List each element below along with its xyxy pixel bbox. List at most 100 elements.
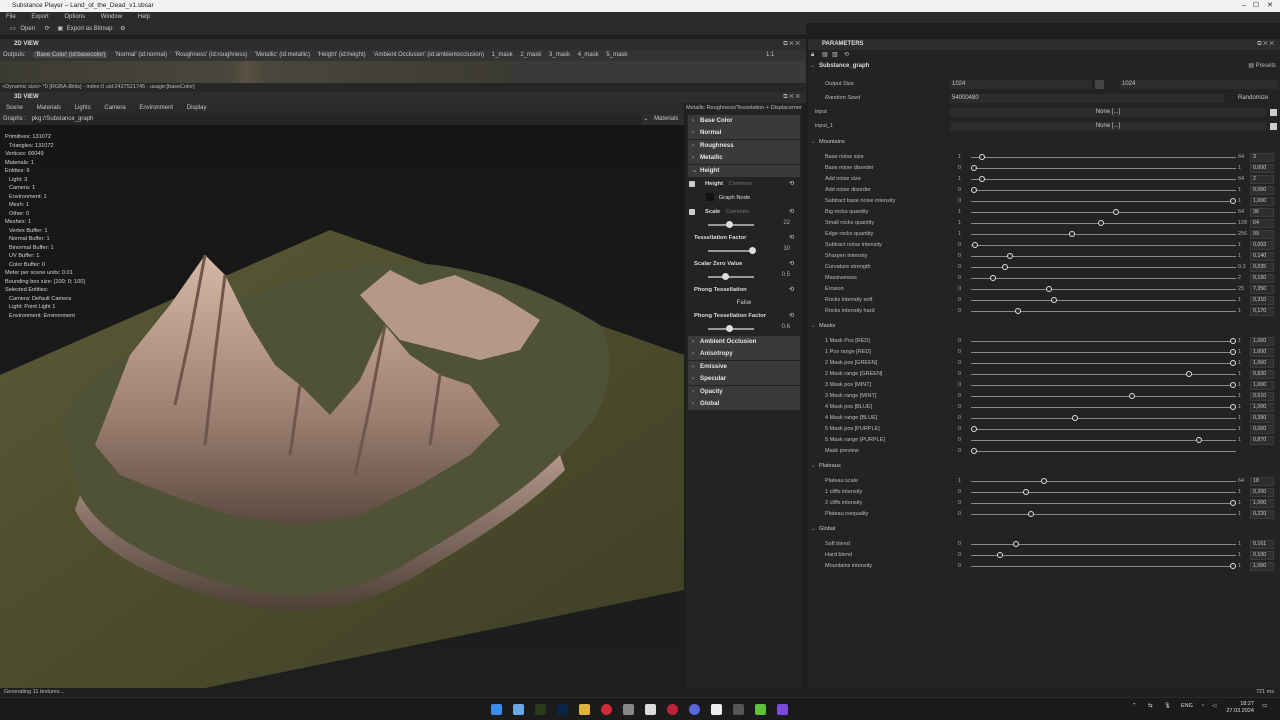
param-value-input[interactable]: 0,161 <box>1250 540 1274 549</box>
param-slider-knob[interactable] <box>971 187 977 193</box>
channel-roughness[interactable]: Roughness <box>688 139 800 152</box>
height-checkbox[interactable] <box>689 181 695 187</box>
param-slider-knob[interactable] <box>1129 393 1135 399</box>
param-slider-knob[interactable] <box>997 552 1003 558</box>
param-slider-track[interactable] <box>971 311 1236 313</box>
param-slider-track[interactable] <box>971 234 1236 236</box>
language-indicator[interactable]: ENG <box>1181 703 1193 709</box>
param-slider-track[interactable] <box>971 514 1236 516</box>
chevron-down-icon[interactable]: ⌄ <box>643 116 648 122</box>
param-group-header[interactable]: Mountains <box>808 137 1280 148</box>
close-icon[interactable]: ✕ <box>1258 0 1280 12</box>
paste-icon[interactable]: ▥ <box>832 50 838 61</box>
param-slider-track[interactable] <box>971 418 1236 420</box>
param-value-input[interactable]: 0,000 <box>1250 164 1274 173</box>
output-tab[interactable]: 'Base Color' (id:basecolor) <box>33 52 108 58</box>
image-icon[interactable] <box>1270 109 1277 116</box>
clock[interactable]: 18:27 27.03.2024 <box>1224 701 1254 715</box>
graph-node-row[interactable]: Graph Node <box>686 191 802 205</box>
param-slider-knob[interactable] <box>1113 209 1119 215</box>
param-value-input[interactable]: 99 <box>1250 230 1274 239</box>
param-slider-knob[interactable] <box>1230 349 1236 355</box>
param-slider-knob[interactable] <box>1072 415 1078 421</box>
notification-icon[interactable]: ▭ <box>1262 703 1267 709</box>
scalar-slider[interactable]: 0.5 <box>686 271 802 283</box>
param-slider-knob[interactable] <box>1230 360 1236 366</box>
param-value-input[interactable]: 1,000 <box>1250 359 1274 368</box>
param-slider-knob[interactable] <box>1069 231 1075 237</box>
output-tab[interactable]: 1_mask <box>492 52 513 58</box>
param-value-input[interactable]: 0,100 <box>1250 551 1274 560</box>
param-value-input[interactable]: 64 <box>1250 219 1274 228</box>
param-slider-track[interactable] <box>971 179 1236 181</box>
output-tab[interactable]: 'Roughness' (id:roughness) <box>175 52 248 58</box>
tray-icon[interactable]: ⇆ <box>1148 703 1153 709</box>
output-tab[interactable]: 'Normal' (id:normal) <box>115 52 167 58</box>
open-button[interactable]: Open <box>20 26 35 32</box>
param-slider-knob[interactable] <box>1007 253 1013 259</box>
param-slider-track[interactable] <box>971 212 1236 214</box>
reset-icon[interactable]: ⟲ <box>789 309 794 323</box>
reset-icon[interactable]: ⟲ <box>789 231 794 245</box>
param-slider-knob[interactable] <box>1013 541 1019 547</box>
param-slider-track[interactable] <box>971 555 1236 557</box>
app-icon[interactable] <box>777 704 788 715</box>
chevron-down-icon[interactable]: ⌄ <box>810 61 815 72</box>
param-slider-knob[interactable] <box>979 154 985 160</box>
copy-icon[interactable]: ▤ <box>822 50 828 61</box>
input-value[interactable]: None [...] <box>950 108 1266 117</box>
param-slider-knob[interactable] <box>1196 437 1202 443</box>
app-icon[interactable] <box>755 704 766 715</box>
param-value-input[interactable]: 0,000 <box>1250 425 1274 434</box>
channel-specular[interactable]: Specular <box>688 373 800 385</box>
phong-factor-slider[interactable]: 0.6 <box>686 323 802 335</box>
param-slider-track[interactable] <box>971 363 1236 365</box>
output-tab[interactable]: 3_mask <box>549 52 570 58</box>
view3d-menu-materials[interactable]: Materials <box>37 105 61 111</box>
presets-button[interactable]: ▤ Presets <box>1248 61 1276 72</box>
param-slider-knob[interactable] <box>1230 500 1236 506</box>
image-icon[interactable] <box>1270 123 1277 130</box>
param-slider-knob[interactable] <box>972 242 978 248</box>
export-bitmap-button[interactable]: Export as Bitmap <box>67 26 113 32</box>
param-slider-track[interactable] <box>971 544 1236 546</box>
param-slider-knob[interactable] <box>1015 308 1021 314</box>
param-value-input[interactable]: 0,200 <box>1250 488 1274 497</box>
output-tab[interactable]: 5_mask <box>606 52 627 58</box>
param-slider-knob[interactable] <box>971 448 977 454</box>
param-value-input[interactable]: 0,003 <box>1250 241 1274 250</box>
lock-icon[interactable]: 🔒︎ <box>811 50 814 61</box>
channel-height[interactable]: Height <box>688 164 800 177</box>
param-slider-knob[interactable] <box>1041 478 1047 484</box>
param-slider-track[interactable] <box>971 407 1236 409</box>
graph-select[interactable]: pkg://Substance_graph <box>31 114 642 125</box>
app-icon[interactable] <box>601 704 612 715</box>
link-icon[interactable] <box>1095 80 1104 89</box>
export-icon[interactable]: ▣ <box>57 26 63 32</box>
output-tab[interactable]: 'Metallic' (id:metallic) <box>255 52 310 58</box>
output-tab[interactable]: 'Height' (id:height) <box>318 52 366 58</box>
param-slider-track[interactable] <box>971 481 1236 483</box>
microphone-icon[interactable]: 🎙︎ <box>1164 703 1171 709</box>
param-slider-track[interactable] <box>971 278 1236 280</box>
param-value-input[interactable]: 0,390 <box>1250 414 1274 423</box>
channel-global[interactable]: Global <box>688 398 800 410</box>
viewport-3d[interactable]: Primitives: 131072 Triangles: 131072 Ver… <box>0 125 684 688</box>
menu-window[interactable]: Window <box>101 14 122 20</box>
materials-button[interactable]: Materials <box>654 116 678 122</box>
param-value-input[interactable]: 0,000 <box>1250 186 1274 195</box>
panel-controls-icon[interactable]: ⧉ ✕ ✕ <box>783 92 800 103</box>
param-slider-track[interactable] <box>971 341 1236 343</box>
random-seed-input[interactable]: 54000480 <box>950 94 1224 103</box>
reload-icon[interactable]: ⟳ <box>45 26 50 32</box>
start-icon[interactable] <box>491 704 502 715</box>
reset-icon[interactable]: ⟲ <box>789 283 794 297</box>
output-tab[interactable]: 4_mask <box>578 52 599 58</box>
view3d-menu-display[interactable]: Display <box>187 105 207 111</box>
param-value-input[interactable]: 36 <box>1250 208 1274 217</box>
photoshop-icon[interactable] <box>557 704 568 715</box>
param-value-input[interactable]: 0,870 <box>1250 436 1274 445</box>
param-value-input[interactable]: 1,000 <box>1250 381 1274 390</box>
param-value-input[interactable]: 1,000 <box>1250 348 1274 357</box>
param-slider-knob[interactable] <box>990 275 996 281</box>
